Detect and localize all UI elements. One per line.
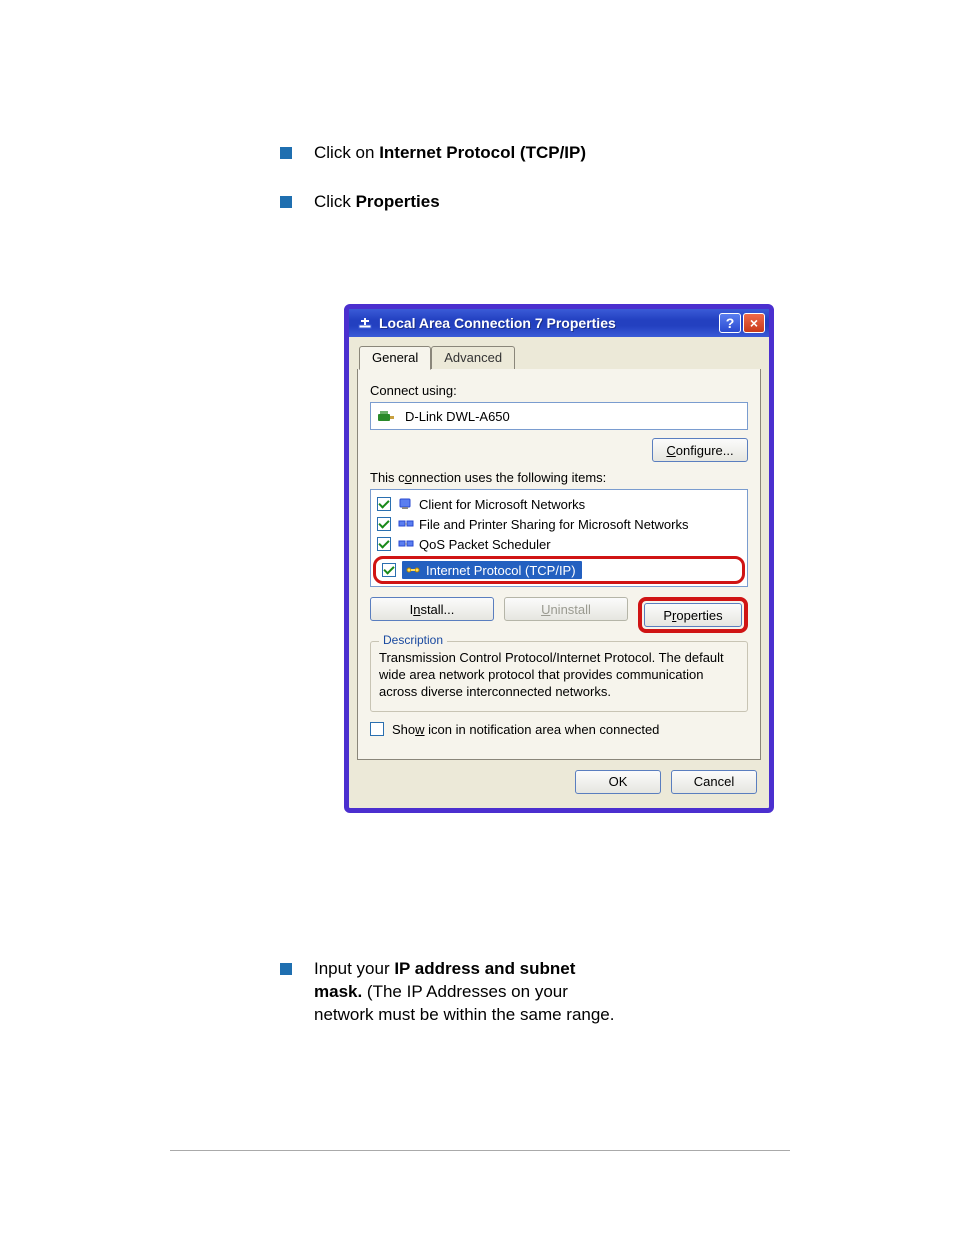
- show-icon-row[interactable]: Show icon in notification area when conn…: [370, 722, 748, 737]
- dialog-title: Local Area Connection 7 Properties: [379, 315, 717, 331]
- service-icon: [397, 536, 415, 552]
- tab-general[interactable]: General: [359, 346, 431, 370]
- square-bullet-icon: [280, 196, 292, 208]
- checkbox-icon[interactable]: [377, 497, 391, 511]
- item-label: QoS Packet Scheduler: [419, 537, 551, 552]
- description-text: Transmission Control Protocol/Internet P…: [379, 650, 739, 701]
- item-buttons-row: Install... Uninstall Properties: [370, 597, 748, 633]
- service-icon: [397, 516, 415, 532]
- instructions-bottom: Input your IP address and subnet mask. (…: [280, 958, 620, 1053]
- bullet-item: Click on Internet Protocol (TCP/IP): [280, 142, 620, 165]
- footer-rule: [170, 1150, 790, 1151]
- cancel-button[interactable]: Cancel: [671, 770, 757, 794]
- client-icon: [397, 496, 415, 512]
- list-item[interactable]: QoS Packet Scheduler: [375, 534, 743, 554]
- tab-strip: General Advanced: [357, 343, 761, 370]
- list-item[interactable]: File and Printer Sharing for Microsoft N…: [375, 514, 743, 534]
- item-label: File and Printer Sharing for Microsoft N…: [419, 517, 688, 532]
- close-button[interactable]: ×: [743, 313, 765, 333]
- network-icon: [357, 315, 373, 331]
- checkbox-icon[interactable]: [377, 517, 391, 531]
- instructions-top: Click on Internet Protocol (TCP/IP) Clic…: [280, 142, 620, 240]
- properties-button[interactable]: Properties: [644, 603, 742, 627]
- title-bar[interactable]: Local Area Connection 7 Properties ? ×: [349, 309, 769, 337]
- items-listbox[interactable]: Client for Microsoft Networks File and P…: [370, 489, 748, 587]
- tab-panel-general: Connect using: D-Link DWL-A650 Configure…: [357, 369, 761, 760]
- description-legend: Description: [379, 633, 447, 647]
- bullet-item: Click Properties: [280, 191, 620, 214]
- highlight-properties-outline: Properties: [638, 597, 748, 633]
- show-icon-label: Show icon in notification area when conn…: [392, 722, 659, 737]
- list-item-selected[interactable]: Internet Protocol (TCP/IP): [380, 561, 584, 579]
- dialog-buttons: OK Cancel: [357, 760, 761, 798]
- install-button[interactable]: Install...: [370, 597, 494, 621]
- bullet-text: Input your IP address and subnet mask. (…: [314, 958, 620, 1027]
- item-label: Client for Microsoft Networks: [419, 497, 585, 512]
- device-field: D-Link DWL-A650: [370, 402, 748, 430]
- uninstall-button: Uninstall: [504, 597, 628, 621]
- items-label: This connection uses the following items…: [370, 470, 748, 485]
- ok-button[interactable]: OK: [575, 770, 661, 794]
- bullet-text: Click on Internet Protocol (TCP/IP): [314, 142, 586, 165]
- help-button[interactable]: ?: [719, 313, 741, 333]
- bullet-item: Input your IP address and subnet mask. (…: [280, 958, 620, 1027]
- highlight-item-outline: Internet Protocol (TCP/IP): [373, 556, 745, 584]
- checkbox-icon[interactable]: [377, 537, 391, 551]
- square-bullet-icon: [280, 147, 292, 159]
- description-group: Description Transmission Control Protoco…: [370, 641, 748, 712]
- square-bullet-icon: [280, 963, 292, 975]
- tab-advanced[interactable]: Advanced: [431, 346, 515, 369]
- device-name: D-Link DWL-A650: [405, 409, 510, 424]
- configure-button[interactable]: Configure...: [652, 438, 748, 462]
- checkbox-icon[interactable]: [382, 563, 396, 577]
- protocol-icon: [404, 562, 422, 578]
- checkbox-icon[interactable]: [370, 722, 384, 736]
- item-label: Internet Protocol (TCP/IP): [426, 563, 576, 578]
- list-item[interactable]: Client for Microsoft Networks: [375, 494, 743, 514]
- adapter-icon: [377, 409, 395, 423]
- bullet-text: Click Properties: [314, 191, 440, 214]
- connect-using-label: Connect using:: [370, 383, 748, 398]
- properties-dialog: Local Area Connection 7 Properties ? × G…: [344, 304, 774, 813]
